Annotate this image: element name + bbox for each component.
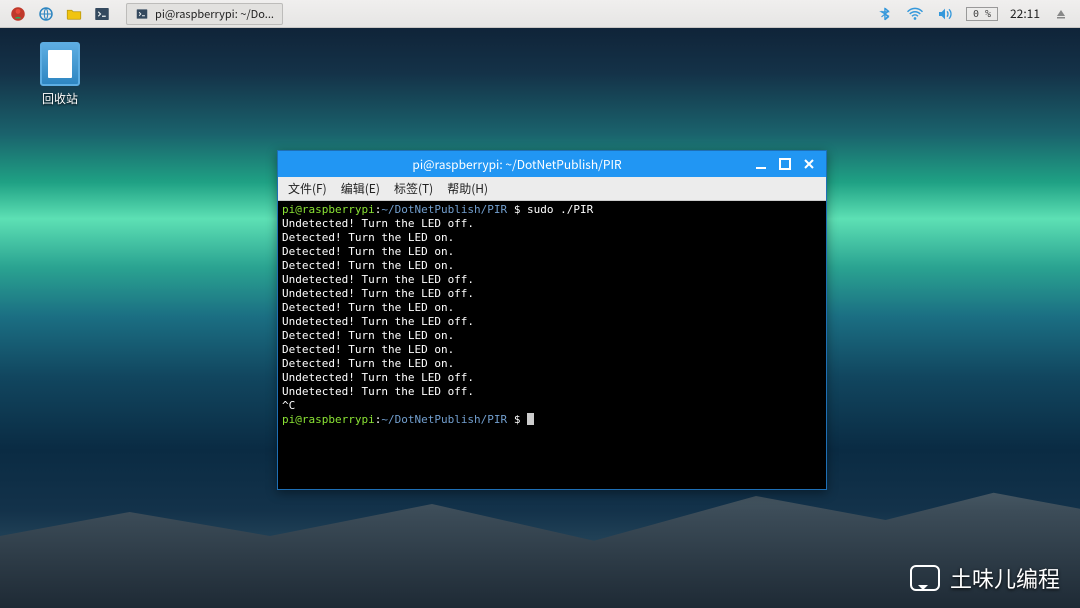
maximize-button[interactable] bbox=[774, 155, 796, 173]
volume-icon[interactable] bbox=[936, 5, 954, 23]
bluetooth-icon[interactable] bbox=[876, 5, 894, 23]
terminal-window: pi@raspberrypi: ~/DotNetPublish/PIR 文件(F… bbox=[277, 150, 827, 490]
wechat-icon bbox=[910, 565, 940, 591]
terminal-launcher-icon[interactable] bbox=[90, 3, 114, 25]
menu-file[interactable]: 文件(F) bbox=[288, 180, 327, 197]
terminal-menubar: 文件(F) 编辑(E) 标签(T) 帮助(H) bbox=[278, 177, 826, 201]
files-icon[interactable] bbox=[62, 3, 86, 25]
window-title: pi@raspberrypi: ~/DotNetPublish/PIR bbox=[284, 156, 750, 173]
taskbar-button-terminal[interactable]: pi@raspberrypi: ~/Do... bbox=[126, 3, 283, 25]
close-button[interactable] bbox=[798, 155, 820, 173]
menu-icon[interactable] bbox=[6, 3, 30, 25]
watermark-text: 土味儿编程 bbox=[950, 562, 1060, 594]
panel-launchers bbox=[0, 3, 120, 25]
browser-icon[interactable] bbox=[34, 3, 58, 25]
minimize-button[interactable] bbox=[750, 155, 772, 173]
trash-icon bbox=[40, 42, 80, 86]
menu-help[interactable]: 帮助(H) bbox=[447, 180, 488, 197]
wifi-icon[interactable] bbox=[906, 5, 924, 23]
taskbar-button-label: pi@raspberrypi: ~/Do... bbox=[155, 6, 274, 22]
clock[interactable]: 22:11 bbox=[1010, 5, 1040, 22]
eject-icon[interactable] bbox=[1052, 5, 1070, 23]
top-panel: pi@raspberrypi: ~/Do... 0 % 22:11 bbox=[0, 0, 1080, 28]
menu-edit[interactable]: 编辑(E) bbox=[341, 180, 380, 197]
terminal-body[interactable]: pi@raspberrypi:~/DotNetPublish/PIR $ sud… bbox=[278, 201, 826, 489]
menu-tabs[interactable]: 标签(T) bbox=[394, 180, 433, 197]
window-titlebar[interactable]: pi@raspberrypi: ~/DotNetPublish/PIR bbox=[278, 151, 826, 177]
watermark: 土味儿编程 bbox=[910, 562, 1060, 594]
desktop-icon-label: 回收站 bbox=[42, 90, 78, 107]
system-tray: 0 % 22:11 bbox=[866, 5, 1080, 23]
cpu-usage[interactable]: 0 % bbox=[966, 7, 998, 21]
desktop-icon-trash[interactable]: 回收站 bbox=[28, 42, 92, 107]
